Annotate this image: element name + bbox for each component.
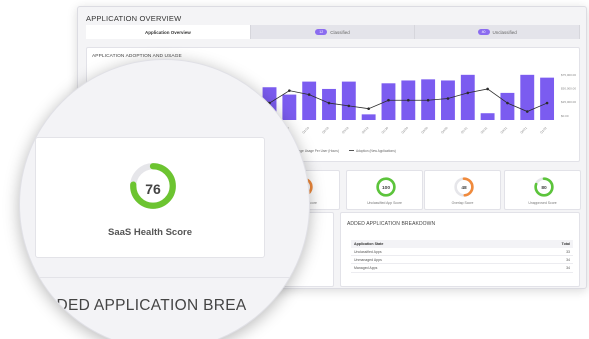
chart-bar <box>282 94 297 120</box>
score-card-unapproved[interactable]: 80 Unapproved Score <box>504 170 581 210</box>
column-header: Total <box>508 240 573 248</box>
x-tick-label: Q1/20 <box>381 126 390 135</box>
score-label: Unapproved Score <box>528 201 557 205</box>
saas-health-value: 76 <box>145 181 161 197</box>
tab-label: Application Overview <box>144 29 191 35</box>
score-value: 100 <box>382 185 390 191</box>
adoption-point <box>347 104 351 108</box>
table-header-row: Application State Total <box>351 240 573 248</box>
score-value: 80 <box>541 185 547 191</box>
added-breakdown-title: ADDED APPLICATION BREAKDOWN <box>347 221 436 227</box>
tab-unclassified[interactable]: 40 Unclassified <box>415 25 581 39</box>
right-axis-tick: $75,000.00 <box>561 73 576 77</box>
chart-bar <box>361 114 376 120</box>
tab-classified[interactable]: 12 Classified <box>250 25 416 39</box>
added-breakdown-title-magnified: DDED APPLICATION BREA <box>45 297 247 314</box>
x-tick-label: Q2/19 <box>321 126 330 135</box>
table-row[interactable]: Managed Apps 34 <box>351 263 573 273</box>
score-card-overlap[interactable]: 48 Overlap Score <box>424 170 501 210</box>
x-tick-label: Q1/21 <box>460 126 469 135</box>
right-axis-tick: $0.00 <box>561 114 569 118</box>
adoption-point <box>545 101 549 105</box>
adoption-point <box>525 110 529 113</box>
cell-state: Unmanaged Apps <box>351 255 509 265</box>
tab-count-badge: 12 <box>315 29 328 35</box>
score-label: Unclassified App Score <box>367 201 402 205</box>
cell-total: 33 <box>508 248 573 257</box>
chart-bar <box>520 74 535 120</box>
x-tick-label: Q1/22 <box>539 126 548 135</box>
adoption-point <box>367 107 370 111</box>
saas-health-label: SaaS Health Score <box>108 227 192 238</box>
cell-state: Unclassified Apps <box>351 248 509 257</box>
added-breakdown-panel: ADDED APPLICATION BREAKDOWN Application … <box>340 212 580 287</box>
chart-bar <box>441 80 455 120</box>
score-gauge: 100 <box>376 177 396 197</box>
right-axis-tick: $25,000.00 <box>561 100 576 104</box>
adoption-point <box>506 101 509 105</box>
chart-bar <box>500 92 515 120</box>
tab-count-badge: 40 <box>477 29 490 35</box>
tab-label: Classified <box>330 29 350 35</box>
saas-health-card[interactable]: 76 SaaS Health Score <box>35 137 265 258</box>
adoption-point <box>466 91 470 95</box>
chart-bar <box>341 81 356 120</box>
table-row[interactable]: Unmanaged Apps 34 <box>351 255 573 265</box>
adoption-point <box>407 98 410 102</box>
score-gauge: 48 <box>454 177 474 197</box>
adoption-point <box>327 101 331 105</box>
magnifier-lens: 76 SaaS Health Score DDED APPLICATION BR… <box>19 59 310 339</box>
adoption-point <box>486 87 489 91</box>
x-tick-label: Q3/20 <box>420 126 429 135</box>
page-title: APPLICATION OVERVIEW <box>86 14 182 23</box>
chart-bar <box>540 77 555 120</box>
x-tick-label: Q3/21 <box>500 126 509 135</box>
cell-state: Managed Apps <box>351 263 509 273</box>
adoption-point <box>387 98 390 102</box>
table-row[interactable]: Unclassified Apps 33 <box>351 248 573 257</box>
legend-label: Adoption (New Applications) <box>356 149 396 153</box>
x-tick-label: Q4/19 <box>361 126 370 135</box>
column-header: Application State <box>351 240 509 248</box>
cell-total: 34 <box>508 263 573 273</box>
x-tick-label: Q4/21 <box>519 126 528 135</box>
chart-bar <box>381 83 396 120</box>
x-tick-label: Q1/19 <box>301 126 310 135</box>
tab-label: Unclassified <box>492 29 517 35</box>
right-axis-tick: $50,000.00 <box>561 87 576 91</box>
x-tick-label: Q4/20 <box>440 126 449 135</box>
adoption-point <box>307 93 311 96</box>
adoption-point <box>426 98 430 102</box>
score-value: 48 <box>461 185 467 191</box>
x-tick-label: Q2/20 <box>400 126 409 135</box>
chart-bar <box>460 74 475 120</box>
score-gauge: 80 <box>534 177 554 197</box>
score-card-unclassified[interactable]: 100 Unclassified App Score <box>346 170 423 210</box>
chart-bar <box>480 113 495 120</box>
divider <box>20 277 309 278</box>
cell-total: 34 <box>508 255 573 265</box>
tab-bar: Application Overview 12 Classified 40 Un… <box>86 25 581 39</box>
x-tick-label: Q2/21 <box>480 126 489 135</box>
chart-bar <box>322 88 336 120</box>
x-tick-label: Q3/19 <box>341 126 350 135</box>
adoption-point <box>288 89 291 92</box>
added-breakdown-table: Application State Total Unclassified App… <box>351 240 573 273</box>
tab-application-overview[interactable]: Application Overview <box>86 25 251 39</box>
chart-bar <box>302 81 317 120</box>
adoption-point <box>446 97 450 100</box>
score-label: Overlap Score <box>451 201 474 205</box>
